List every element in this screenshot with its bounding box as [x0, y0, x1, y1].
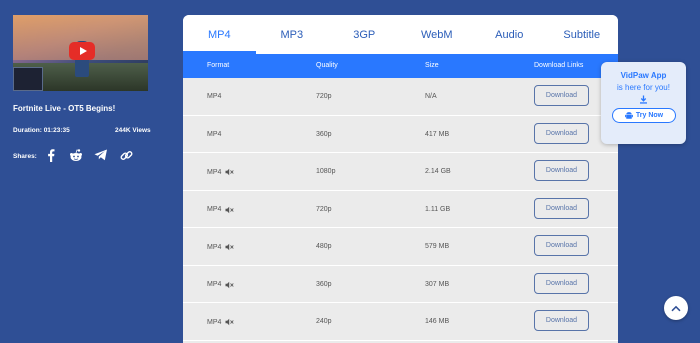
- muted-speaker-icon: [225, 318, 235, 326]
- video-views: 244K Views: [115, 127, 151, 134]
- format-value: MP4: [207, 318, 222, 326]
- format-cell: MP4: [207, 243, 235, 251]
- size-cell: 1.11 GB: [425, 205, 451, 213]
- size-cell: 146 MB: [425, 318, 450, 325]
- table-row: MP4 360p 307 MB Download: [183, 266, 618, 303]
- app-promo: VidPaw App is here for you! Try Now: [601, 62, 686, 144]
- format-cell: MP4: [207, 281, 235, 289]
- table-header: Format Quality Size Download Links: [183, 54, 618, 78]
- video-title: Fortnite Live - OT5 Begins!: [13, 104, 116, 113]
- tab-mp4[interactable]: MP4: [183, 15, 256, 54]
- header-size: Size: [425, 62, 439, 69]
- format-value: MP4: [207, 281, 222, 288]
- video-thumbnail[interactable]: [13, 15, 148, 91]
- table-row: MP4 720p N/A Download: [183, 78, 618, 116]
- size-cell: 579 MB: [425, 243, 450, 250]
- quality-cell: 480p: [316, 243, 332, 250]
- quality-cell: 360p: [316, 130, 332, 138]
- quality-cell: 1080p: [316, 168, 336, 175]
- size-cell: N/A: [425, 93, 437, 100]
- format-value: MP4: [207, 130, 222, 138]
- quality-cell: 720p: [316, 93, 332, 100]
- telegram-icon[interactable]: [94, 147, 108, 163]
- facebook-icon[interactable]: [44, 147, 58, 163]
- format-value: MP4: [207, 206, 222, 213]
- reddit-icon[interactable]: [69, 147, 83, 163]
- video-duration: Duration: 01:23:35: [13, 127, 70, 134]
- table-row: MP4 1080p 2.14 GB Download: [183, 153, 618, 191]
- promo-subtitle: is here for you!: [617, 83, 670, 92]
- format-value: MP4: [207, 168, 222, 176]
- format-value: MP4: [207, 243, 222, 251]
- download-button[interactable]: Download: [534, 310, 589, 331]
- quality-cell: 240p: [316, 318, 332, 325]
- quality-cell: 360p: [316, 280, 332, 288]
- format-cell: MP4: [207, 131, 221, 138]
- table-row: MP4 480p 579 MB Download: [183, 228, 618, 266]
- size-cell: 307 MB: [425, 280, 450, 288]
- tab-subtitle[interactable]: Subtitle: [546, 15, 619, 54]
- chevron-up-icon: [671, 305, 681, 311]
- table-row: MP4 240p 146 MB Download: [183, 303, 618, 341]
- thumbnail-webcam: [13, 67, 43, 91]
- muted-speaker-icon: [225, 168, 235, 176]
- tab-3gp[interactable]: 3GP: [328, 15, 401, 54]
- quality-cell: 720p: [316, 205, 332, 213]
- try-now-button[interactable]: Try Now: [612, 108, 676, 123]
- tab-mp3[interactable]: MP3: [256, 15, 329, 54]
- format-cell: MP4: [207, 206, 235, 214]
- link-icon[interactable]: [119, 147, 133, 163]
- android-icon: [624, 112, 633, 119]
- muted-speaker-icon: [225, 243, 235, 251]
- share-icons: [44, 147, 133, 163]
- download-button[interactable]: Download: [534, 160, 589, 181]
- header-quality: Quality: [316, 62, 338, 69]
- format-tabs: MP4 MP3 3GP WebM Audio Subtitle: [183, 15, 618, 54]
- shares-label: Shares:: [13, 153, 37, 160]
- scroll-to-top-button[interactable]: [664, 296, 688, 320]
- download-icon: [640, 95, 647, 104]
- table-row: MP4 360p 417 MB Download: [183, 116, 618, 153]
- download-card: MP4 MP3 3GP WebM Audio Subtitle Format Q…: [183, 15, 618, 343]
- format-value: MP4: [207, 93, 222, 100]
- format-cell: MP4: [207, 318, 235, 326]
- download-button[interactable]: Download: [534, 235, 589, 256]
- promo-title: VidPaw App: [620, 71, 667, 80]
- header-download-links: Download Links: [534, 62, 584, 69]
- header-format: Format: [207, 62, 230, 69]
- muted-speaker-icon: [225, 281, 235, 288]
- tab-webm[interactable]: WebM: [401, 15, 474, 54]
- download-button[interactable]: Download: [534, 197, 589, 219]
- tab-audio[interactable]: Audio: [473, 15, 546, 54]
- youtube-play-icon[interactable]: [69, 42, 95, 60]
- format-cell: MP4: [207, 168, 235, 176]
- size-cell: 2.14 GB: [425, 168, 451, 175]
- download-button[interactable]: Download: [534, 272, 589, 294]
- size-cell: 417 MB: [425, 130, 450, 138]
- download-button[interactable]: Download: [534, 122, 589, 144]
- format-cell: MP4: [207, 93, 221, 100]
- table-row: MP4 720p 1.11 GB Download: [183, 191, 618, 228]
- try-now-label: Try Now: [635, 112, 664, 119]
- download-button[interactable]: Download: [534, 85, 589, 106]
- muted-speaker-icon: [225, 206, 235, 213]
- table-body: MP4 720p N/A Download MP4 360p 417 MB Download M…: [183, 78, 618, 341]
